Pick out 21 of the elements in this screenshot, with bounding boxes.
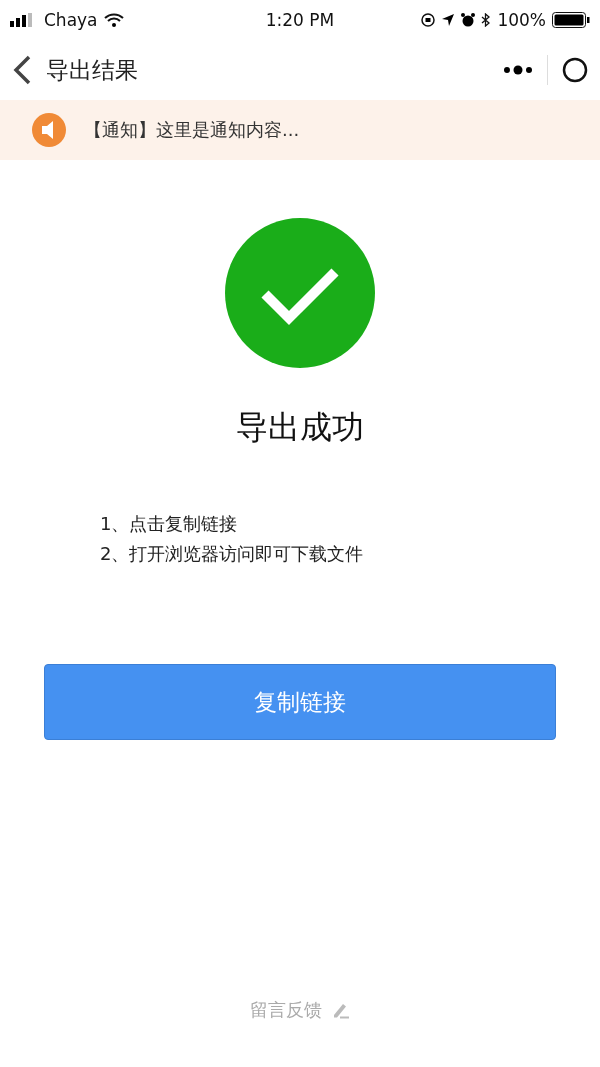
carrier-name: Chaya	[44, 10, 98, 30]
notice-text: 【通知】这里是通知内容...	[84, 118, 300, 142]
alarm-icon	[461, 13, 476, 27]
speaker-icon	[32, 113, 66, 147]
status-time: 1:20 PM	[265, 10, 335, 30]
instruction-step: 2、打开浏览器访问即可下载文件	[100, 542, 364, 566]
close-icon[interactable]	[562, 57, 588, 83]
wifi-icon	[103, 13, 124, 27]
result-title: 导出成功	[236, 407, 364, 448]
location-icon	[441, 13, 456, 27]
bluetooth-icon	[481, 13, 492, 27]
lock-rotation-icon	[421, 13, 436, 27]
battery-icon	[552, 12, 590, 28]
feedback-link[interactable]: 留言反馈	[250, 998, 322, 1022]
page-title: 导出结果	[46, 55, 139, 85]
more-icon[interactable]	[503, 65, 533, 75]
copy-link-button[interactable]: 复制链接	[44, 664, 556, 740]
battery-percent: 100%	[497, 10, 546, 30]
back-icon[interactable]	[12, 55, 32, 85]
instruction-step: 1、点击复制链接	[100, 512, 364, 536]
pencil-icon	[332, 1001, 350, 1019]
